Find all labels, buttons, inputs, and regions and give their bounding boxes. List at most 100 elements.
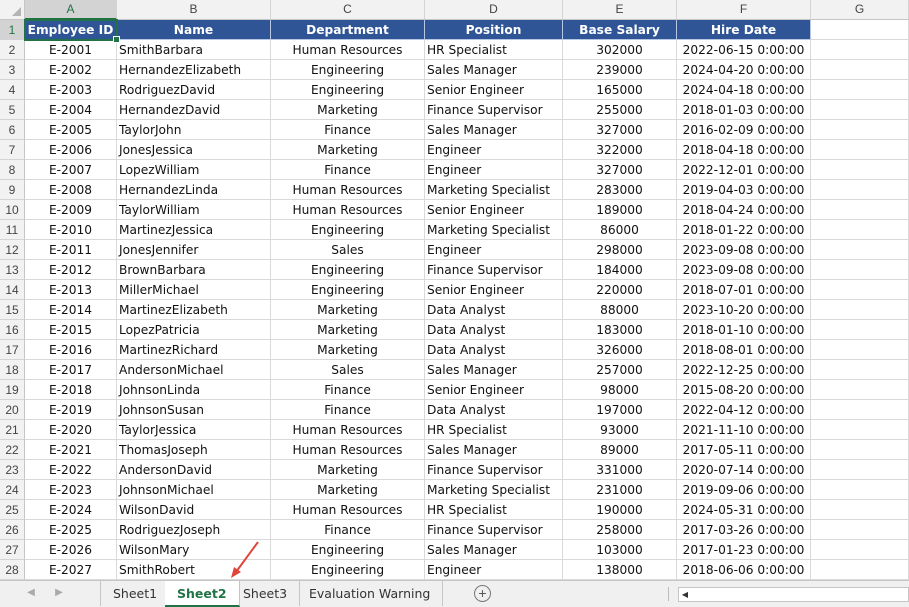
row-header[interactable]: 3 <box>0 60 25 80</box>
column-header-f[interactable]: F <box>677 0 811 19</box>
table-cell[interactable]: Marketing <box>271 140 425 160</box>
table-cell[interactable]: Engineer <box>425 240 563 260</box>
table-cell[interactable]: AndersonMichael <box>117 360 271 380</box>
table-cell[interactable]: Engineer <box>425 560 563 580</box>
table-cell[interactable]: TaylorWilliam <box>117 200 271 220</box>
empty-cell[interactable] <box>811 520 909 540</box>
table-cell[interactable]: 2024-05-31 0:00:00 <box>677 500 811 520</box>
empty-cell[interactable] <box>811 40 909 60</box>
table-cell[interactable]: Data Analyst <box>425 300 563 320</box>
table-cell[interactable]: Marketing <box>271 100 425 120</box>
table-cell[interactable]: E-2007 <box>25 160 117 180</box>
table-cell[interactable]: 2017-05-11 0:00:00 <box>677 440 811 460</box>
table-cell[interactable]: Finance <box>271 120 425 140</box>
table-cell[interactable]: Marketing <box>271 340 425 360</box>
table-cell[interactable]: Sales Manager <box>425 440 563 460</box>
table-cell[interactable]: Senior Engineer <box>425 80 563 100</box>
table-cell[interactable]: AndersonDavid <box>117 460 271 480</box>
table-cell[interactable]: E-2015 <box>25 320 117 340</box>
chevron-right-icon[interactable]: ▶ <box>52 586 66 600</box>
table-cell[interactable]: HR Specialist <box>425 500 563 520</box>
table-cell[interactable]: HernandezElizabeth <box>117 60 271 80</box>
header-cell[interactable]: Employee ID <box>25 20 117 40</box>
empty-cell[interactable] <box>811 280 909 300</box>
table-cell[interactable]: Finance <box>271 520 425 540</box>
table-cell[interactable]: HR Specialist <box>425 40 563 60</box>
table-cell[interactable]: 2017-03-26 0:00:00 <box>677 520 811 540</box>
table-cell[interactable]: E-2006 <box>25 140 117 160</box>
table-cell[interactable]: Human Resources <box>271 500 425 520</box>
table-cell[interactable]: 2018-06-06 0:00:00 <box>677 560 811 580</box>
table-cell[interactable]: Engineering <box>271 260 425 280</box>
row-header[interactable]: 14 <box>0 280 25 300</box>
table-cell[interactable]: E-2003 <box>25 80 117 100</box>
table-cell[interactable]: 86000 <box>563 220 677 240</box>
table-cell[interactable]: 2023-10-20 0:00:00 <box>677 300 811 320</box>
sheet-tab-evaluation-warning[interactable]: Evaluation Warning <box>297 581 444 606</box>
table-cell[interactable]: 2018-08-01 0:00:00 <box>677 340 811 360</box>
table-cell[interactable]: Data Analyst <box>425 400 563 420</box>
table-cell[interactable]: 283000 <box>563 180 677 200</box>
chevron-left-icon[interactable]: ◀ <box>24 586 38 600</box>
empty-cell[interactable] <box>811 420 909 440</box>
table-cell[interactable]: Marketing <box>271 460 425 480</box>
table-cell[interactable]: 103000 <box>563 540 677 560</box>
table-cell[interactable]: WilsonDavid <box>117 500 271 520</box>
table-cell[interactable]: 326000 <box>563 340 677 360</box>
table-cell[interactable]: MartinezElizabeth <box>117 300 271 320</box>
table-cell[interactable]: Finance Supervisor <box>425 460 563 480</box>
table-cell[interactable]: Finance Supervisor <box>425 520 563 540</box>
header-cell[interactable]: Hire Date <box>677 20 811 40</box>
table-cell[interactable]: E-2004 <box>25 100 117 120</box>
table-cell[interactable]: Human Resources <box>271 420 425 440</box>
empty-cell[interactable] <box>811 120 909 140</box>
table-cell[interactable]: 2018-04-24 0:00:00 <box>677 200 811 220</box>
row-header[interactable]: 27 <box>0 540 25 560</box>
column-header-a[interactable]: A <box>25 0 117 20</box>
table-cell[interactable]: 258000 <box>563 520 677 540</box>
empty-cell[interactable] <box>811 80 909 100</box>
header-cell[interactable]: Name <box>117 20 271 40</box>
table-cell[interactable]: 257000 <box>563 360 677 380</box>
empty-cell[interactable] <box>811 300 909 320</box>
table-cell[interactable]: Engineering <box>271 280 425 300</box>
row-header[interactable]: 17 <box>0 340 25 360</box>
table-cell[interactable]: E-2024 <box>25 500 117 520</box>
table-cell[interactable]: 197000 <box>563 400 677 420</box>
table-cell[interactable]: 190000 <box>563 500 677 520</box>
row-header[interactable]: 4 <box>0 80 25 100</box>
table-cell[interactable]: 2022-06-15 0:00:00 <box>677 40 811 60</box>
table-cell[interactable]: Human Resources <box>271 440 425 460</box>
table-cell[interactable]: HernandezDavid <box>117 100 271 120</box>
table-cell[interactable]: LopezWilliam <box>117 160 271 180</box>
table-cell[interactable]: Engineering <box>271 80 425 100</box>
table-cell[interactable]: Sales Manager <box>425 60 563 80</box>
table-cell[interactable]: 2019-09-06 0:00:00 <box>677 480 811 500</box>
header-cell[interactable]: Position <box>425 20 563 40</box>
table-cell[interactable]: Senior Engineer <box>425 200 563 220</box>
table-cell[interactable]: 322000 <box>563 140 677 160</box>
empty-cell[interactable] <box>811 400 909 420</box>
empty-cell[interactable] <box>811 160 909 180</box>
empty-cell[interactable] <box>811 320 909 340</box>
table-cell[interactable]: 2018-01-22 0:00:00 <box>677 220 811 240</box>
table-cell[interactable]: 2018-07-01 0:00:00 <box>677 280 811 300</box>
table-cell[interactable]: 2019-04-03 0:00:00 <box>677 180 811 200</box>
table-cell[interactable]: 298000 <box>563 240 677 260</box>
table-cell[interactable]: 184000 <box>563 260 677 280</box>
table-cell[interactable]: JohnsonSusan <box>117 400 271 420</box>
table-cell[interactable]: Sales Manager <box>425 120 563 140</box>
table-cell[interactable]: SmithBarbara <box>117 40 271 60</box>
table-cell[interactable]: E-2021 <box>25 440 117 460</box>
table-cell[interactable]: Data Analyst <box>425 340 563 360</box>
column-header-b[interactable]: B <box>117 0 271 19</box>
row-header[interactable]: 9 <box>0 180 25 200</box>
table-cell[interactable]: Engineering <box>271 220 425 240</box>
table-cell[interactable]: 331000 <box>563 460 677 480</box>
table-cell[interactable]: 239000 <box>563 60 677 80</box>
table-cell[interactable]: E-2010 <box>25 220 117 240</box>
table-cell[interactable]: 183000 <box>563 320 677 340</box>
plus-circle-icon[interactable]: + <box>474 585 491 602</box>
table-cell[interactable]: 327000 <box>563 160 677 180</box>
header-cell[interactable]: Department <box>271 20 425 40</box>
